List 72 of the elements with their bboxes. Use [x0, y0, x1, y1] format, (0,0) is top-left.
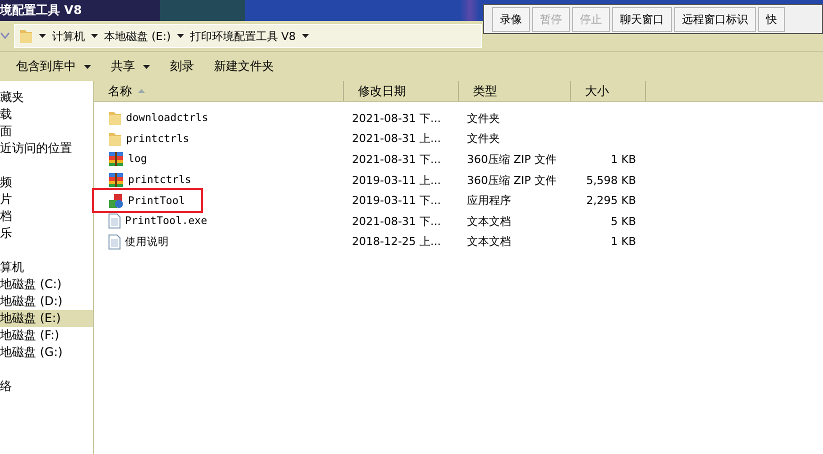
size-cell-text: 1 KB [610, 152, 637, 166]
size-cell-text: 2,295 KB [585, 194, 637, 208]
nav-item[interactable]: 地磁盘 (C:) [0, 276, 93, 293]
caret-icon[interactable] [39, 34, 46, 38]
file-name-cell[interactable]: printctrls [94, 170, 196, 191]
nav-item[interactable]: 载 [0, 106, 93, 123]
caret-icon[interactable] [302, 34, 309, 38]
date-cell-text: 2021-08-31 下... [351, 214, 442, 229]
nav-item[interactable]: 乐 [0, 225, 93, 242]
toolbar-button[interactable]: 聊天窗口 [612, 6, 672, 32]
nav-item[interactable]: 地磁盘 (G:) [0, 344, 93, 361]
caret-icon[interactable] [91, 34, 98, 38]
text-document-icon [108, 213, 121, 230]
caret-icon [84, 64, 91, 68]
size-cell-text: 5 KB [610, 214, 637, 228]
toolbar-button[interactable]: 录像 [492, 6, 530, 32]
type-cell-text: 文本文档 [466, 214, 512, 229]
type-cell-text: 文件夹 [466, 110, 501, 126]
breadcrumb-item[interactable]: 打印环境配置工具 V8 [190, 28, 296, 44]
folder-icon [108, 110, 122, 126]
archive-icon [108, 151, 124, 168]
breadcrumb-item[interactable]: 计算机 [52, 28, 85, 44]
type-cell-text: 360压缩 ZIP 文件 [466, 172, 558, 188]
type-cell-text: 应用程序 [466, 193, 512, 208]
file-name-cell[interactable]: PrintTool.exe [94, 210, 212, 232]
caret-icon [143, 64, 150, 68]
nav-item[interactable]: 频 [0, 174, 93, 191]
nav-item[interactable]: 藏夹 [0, 89, 93, 106]
nav-item[interactable]: 地磁盘 (F:) [0, 327, 93, 344]
size-cell-text: 1 KB [610, 235, 637, 248]
date-cell-text: 2018-12-25 上... [351, 234, 442, 250]
address-bar[interactable]: 计算机 本地磁盘 (E:) 打印环境配置工具 V8 [14, 24, 482, 48]
type-cell-text: 360压缩 ZIP 文件 [466, 152, 558, 167]
archive-icon [108, 172, 124, 188]
type-cell-text: 文件夹 [466, 131, 501, 146]
file-name-cell[interactable]: log [94, 148, 151, 170]
text-document-icon [108, 234, 121, 250]
nav-item[interactable]: 络 [0, 378, 93, 395]
date-cell-text: 2019-03-11 上... [351, 172, 442, 188]
toolbar-button[interactable]: 快 [758, 6, 785, 32]
column-header[interactable]: 大小 [571, 81, 646, 101]
date-cell-text: 2021-08-31 上... [351, 131, 442, 146]
file-name-cell[interactable]: PrintTool [94, 190, 201, 212]
date-cell-text: 2021-08-31 下... [351, 152, 442, 167]
nav-item[interactable]: 近访问的位置 [0, 140, 93, 157]
nav-item[interactable]: 算机 [0, 259, 93, 276]
breadcrumb-item[interactable]: 本地磁盘 (E:) [104, 28, 171, 44]
column-header[interactable]: 名称 [94, 81, 344, 101]
file-name-cell[interactable]: printctrls [94, 128, 194, 150]
application-icon [108, 192, 124, 209]
file-name-cell[interactable]: 使用说明 [94, 231, 173, 252]
command-button[interactable]: 新建文件夹 [206, 54, 282, 79]
column-header[interactable]: 类型 [459, 81, 571, 101]
toolbar-button[interactable]: 远程窗口标识 [674, 6, 756, 32]
size-cell-text: 5,598 KB [585, 174, 637, 187]
column-header[interactable]: 修改日期 [344, 81, 459, 101]
nav-item[interactable]: 地磁盘 (D:) [0, 293, 93, 310]
date-cell-text: 2019-03-11 下... [351, 193, 442, 208]
date-cell-text: 2021-08-31 下... [351, 110, 442, 126]
file-name-cell[interactable]: downloadctrls [94, 108, 212, 129]
caret-icon[interactable] [176, 34, 184, 38]
sort-arrow-icon [138, 89, 145, 93]
nav-item[interactable]: 地磁盘 (E:) [0, 310, 93, 327]
command-button[interactable]: 包含到库中 [8, 54, 99, 79]
nav-item[interactable]: 片 [0, 191, 93, 208]
folder-icon [19, 28, 33, 44]
nav-item[interactable]: 档 [0, 208, 93, 225]
folder-icon [108, 130, 122, 147]
command-button[interactable]: 刻录 [162, 54, 202, 79]
nav-item[interactable]: 面 [0, 123, 93, 140]
type-cell-text: 文本文档 [466, 234, 512, 250]
command-button[interactable]: 共享 [103, 54, 158, 79]
